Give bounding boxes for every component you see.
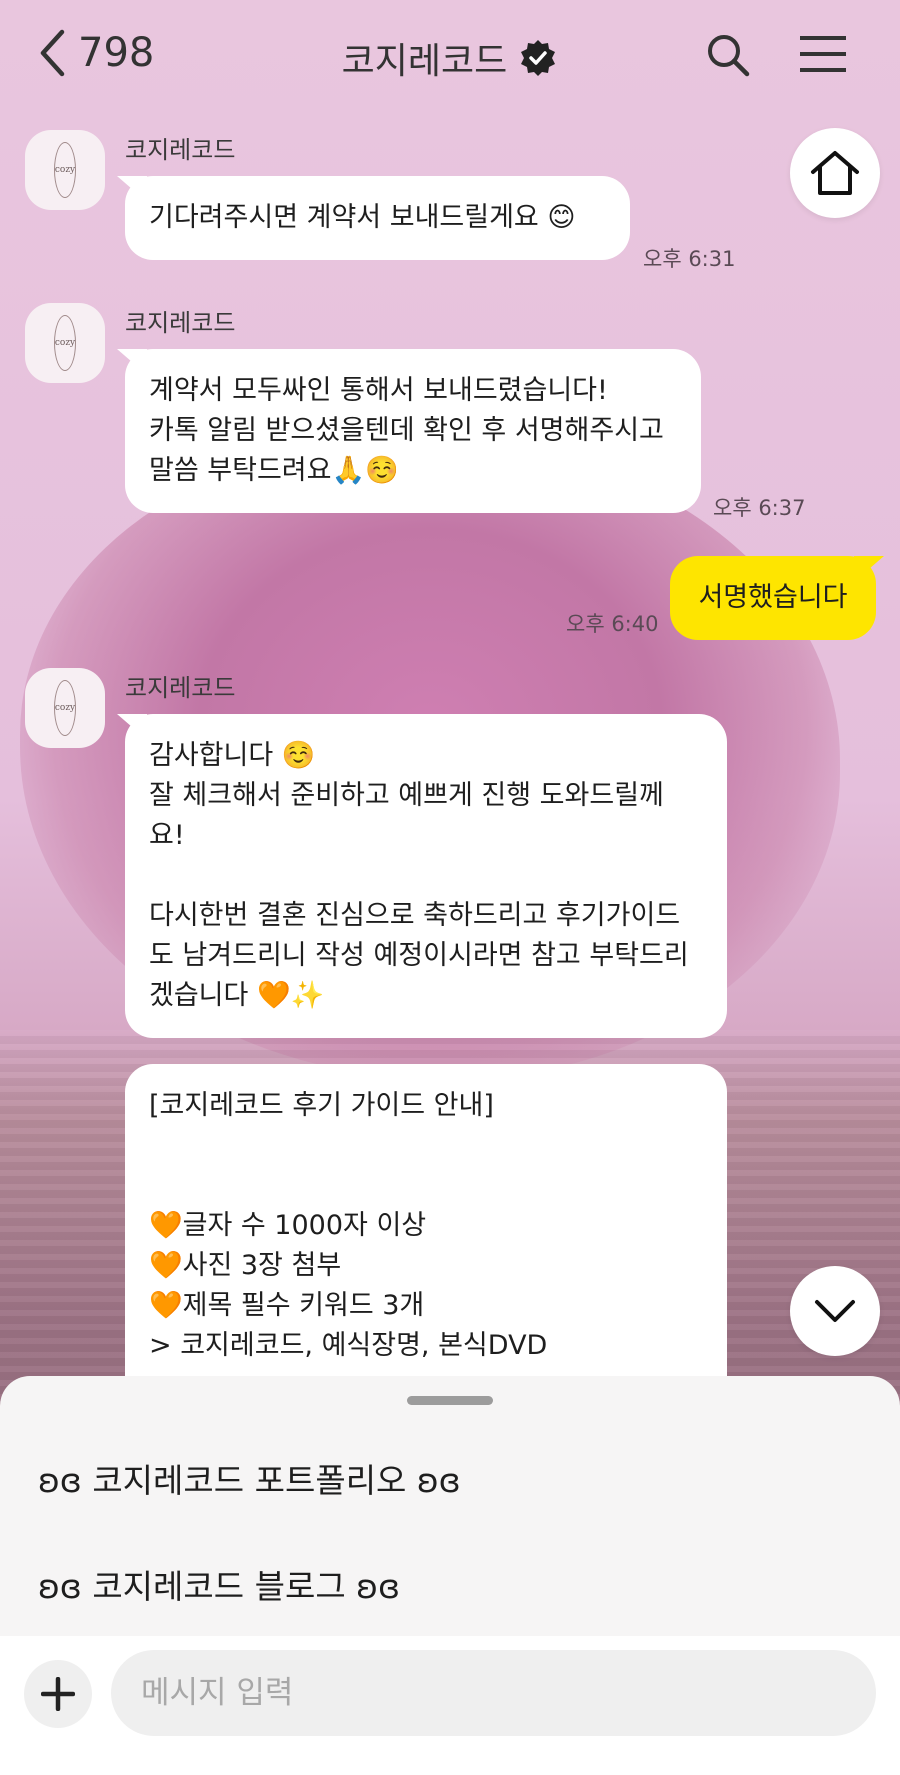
chat-title: 코지레코드 bbox=[341, 41, 508, 82]
avatar[interactable]: cozy bbox=[25, 303, 105, 383]
sheet-handle[interactable] bbox=[407, 1396, 493, 1405]
attach-button[interactable] bbox=[24, 1660, 92, 1728]
blog-link[interactable]: ʚɞ 코지레코드 블로그 ʚɞ bbox=[38, 1560, 400, 1608]
avatar[interactable]: cozy bbox=[25, 130, 105, 210]
portfolio-link[interactable]: ʚɞ 코지레코드 포트폴리오 ʚɞ bbox=[38, 1454, 461, 1502]
home-button[interactable] bbox=[790, 128, 880, 218]
avatar-logo: cozy bbox=[54, 315, 76, 371]
message-bubble[interactable]: 기다려주시면 계약서 보내드릴게요 😊 bbox=[125, 176, 630, 260]
avatar-logo: cozy bbox=[54, 142, 76, 198]
input-bar bbox=[0, 1636, 900, 1775]
guide-message-bubble[interactable]: [코지레코드 후기 가이드 안내] 🧡글자 수 1000자 이상 🧡사진 3장 … bbox=[125, 1064, 727, 1424]
home-icon bbox=[811, 151, 859, 195]
chat-header: 798 코지레코드 bbox=[0, 0, 900, 112]
avatar-logo: cozy bbox=[54, 680, 76, 736]
search-icon[interactable] bbox=[705, 32, 751, 78]
quick-links-sheet: ʚɞ 코지레코드 포트폴리오 ʚɞ ʚɞ 코지레코드 블로그 ʚɞ bbox=[0, 1376, 900, 1636]
message-bubble[interactable]: 감사합니다 ☺️ 잘 체크해서 준비하고 예쁘게 진행 도와드릴께 요! 다시한… bbox=[125, 714, 727, 1038]
chevron-down-icon bbox=[815, 1300, 855, 1322]
message-time: 오후 6:37 bbox=[713, 496, 806, 520]
message-time: 오후 6:31 bbox=[643, 247, 736, 271]
message-input[interactable] bbox=[111, 1650, 876, 1736]
sender-name: 코지레코드 bbox=[125, 309, 236, 337]
plus-icon bbox=[41, 1677, 75, 1711]
sender-name: 코지레코드 bbox=[125, 674, 236, 702]
sender-name: 코지레코드 bbox=[125, 136, 236, 164]
message-bubble[interactable]: 계약서 모두싸인 통해서 보내드렸습니다! 카톡 알림 받으셨을텐데 확인 후 … bbox=[125, 349, 701, 513]
my-message-bubble[interactable]: 서명했습니다 bbox=[670, 556, 876, 640]
avatar[interactable]: cozy bbox=[25, 668, 105, 748]
verified-badge-icon bbox=[521, 40, 556, 76]
message-time: 오후 6:40 bbox=[566, 612, 659, 636]
menu-icon[interactable] bbox=[798, 34, 848, 74]
scroll-down-button[interactable] bbox=[790, 1266, 880, 1356]
